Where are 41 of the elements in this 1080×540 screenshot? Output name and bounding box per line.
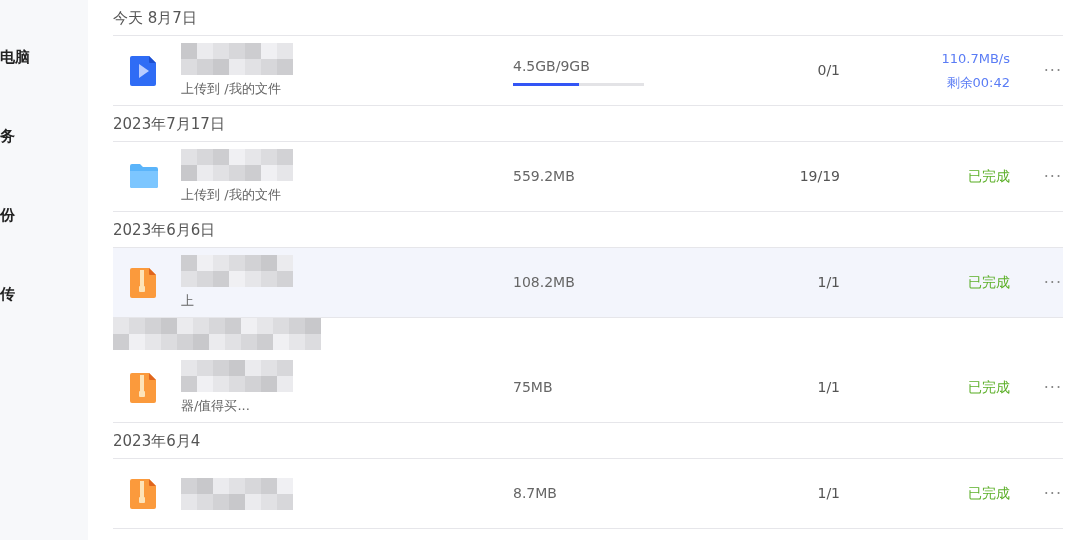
video-file-icon <box>128 53 158 88</box>
file-size: 8.7MB <box>513 484 558 503</box>
file-count: 19/19 <box>799 168 840 184</box>
upload-destination: 上传到 /我的文件 <box>181 185 282 204</box>
file-row[interactable]: 上传到 /我的文件 559.2MB 19/19 已完成 ··· <box>113 142 1063 212</box>
more-button[interactable]: ··· <box>1010 164 1062 189</box>
file-count: 1/1 <box>817 379 840 395</box>
date-header: 2023年6月6日 <box>113 219 216 241</box>
date-header: 今天 8月7日 <box>113 7 197 29</box>
zip-file-icon <box>128 370 158 405</box>
sidebar-item[interactable]: 份 <box>0 204 15 227</box>
upload-destination: 上传到 /我的文件 <box>181 79 282 98</box>
file-size: 559.2MB <box>513 167 576 186</box>
file-row[interactable]: 8.7MB 1/1 已完成 ··· <box>113 459 1063 529</box>
sidebar-item[interactable]: 电脑 <box>0 46 30 69</box>
file-count: 1/1 <box>817 274 840 290</box>
sidebar-item[interactable]: 务 <box>0 125 15 148</box>
file-size: 108.2MB <box>513 273 576 292</box>
upload-destination: 器/值得买... <box>181 396 251 415</box>
status-text: 已完成 <box>968 273 1010 292</box>
status-text: 已完成 <box>968 378 1010 397</box>
file-count: 0/1 <box>817 62 840 78</box>
status-text: 已完成 <box>968 167 1010 186</box>
more-button[interactable]: ··· <box>1010 481 1062 506</box>
more-button[interactable]: ··· <box>1010 58 1062 83</box>
file-row[interactable]: 上 108.2MB 1/1 已完成 ··· <box>113 248 1063 318</box>
upload-speed: 110.7MB/s <box>941 50 1010 68</box>
file-row[interactable]: 器/值得买... 75MB 1/1 已完成 ··· <box>113 353 1063 423</box>
date-header: 2023年6月4 <box>113 430 201 452</box>
more-button[interactable]: ··· <box>1010 375 1062 400</box>
time-remaining: 剩余00:42 <box>946 73 1010 92</box>
zip-file-icon <box>128 265 158 300</box>
date-header: 2023年7月17日 <box>113 113 225 135</box>
file-size: 75MB <box>513 378 554 397</box>
sidebar-item[interactable]: 传 <box>0 283 15 306</box>
file-size: 4.5GB/9GB <box>513 56 591 76</box>
zip-file-icon <box>128 476 158 511</box>
upload-destination: 上 <box>181 291 195 310</box>
file-count: 1/1 <box>817 485 840 501</box>
file-row[interactable]: 上传到 /我的文件 4.5GB/9GB 0/1 110.7MB/s 剩余00:42 ··· <box>113 36 1063 106</box>
status-text: 已完成 <box>968 484 1010 503</box>
